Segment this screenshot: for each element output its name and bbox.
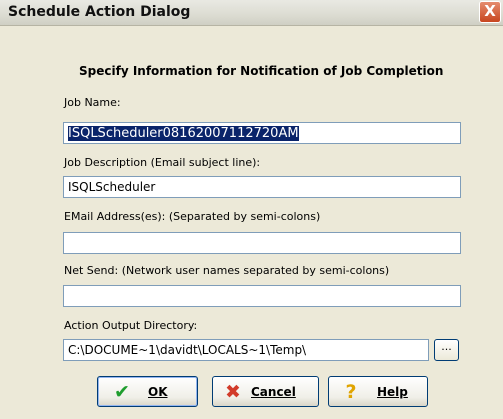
net-send-label: Net Send: (Network user names separated …: [64, 264, 390, 277]
help-button[interactable]: ? Help: [328, 376, 428, 407]
output-directory-label: Action Output Directory:: [64, 319, 198, 332]
close-icon: X: [484, 2, 496, 20]
dialog-heading: Specify Information for Notification of …: [79, 64, 444, 78]
ok-button[interactable]: ✔ OK: [97, 376, 198, 407]
browse-button[interactable]: ...: [434, 339, 459, 361]
job-name-input[interactable]: [63, 122, 461, 144]
close-button[interactable]: X: [479, 1, 501, 23]
cancel-button[interactable]: ✖ Cancel: [212, 376, 319, 407]
email-address-label: EMail Address(es): (Separated by semi-co…: [64, 210, 321, 223]
job-description-input[interactable]: [63, 176, 461, 198]
title-bar[interactable]: Schedule Action Dialog X: [0, 0, 503, 26]
output-directory-input[interactable]: [63, 339, 429, 361]
question-mark-icon: ?: [345, 380, 357, 403]
cancel-button-label: Cancel: [251, 384, 296, 399]
window-title: Schedule Action Dialog: [8, 4, 191, 20]
schedule-action-dialog: Schedule Action Dialog X Specify Informa…: [0, 0, 503, 419]
x-cross-icon: ✖: [225, 380, 241, 403]
job-description-label: Job Description (Email subject line):: [64, 156, 261, 169]
email-address-input[interactable]: [63, 232, 461, 254]
checkmark-icon: ✔: [114, 380, 130, 403]
help-button-label: Help: [377, 384, 408, 399]
net-send-input[interactable]: [63, 285, 461, 307]
job-name-label: Job Name:: [64, 96, 121, 109]
ok-button-label: OK: [148, 384, 168, 399]
